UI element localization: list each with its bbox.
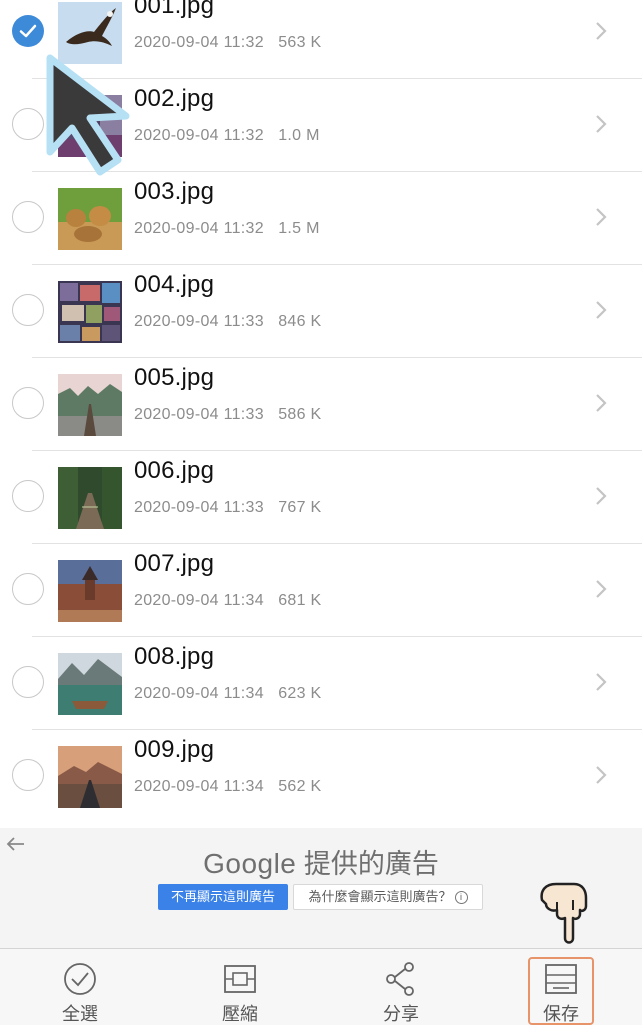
share-icon	[386, 962, 414, 996]
file-row-008[interactable]: 008.jpg 2020-09-04 11:34 623 K	[0, 637, 642, 730]
file-name: 004.jpg	[134, 271, 215, 298]
file-size: 846 K	[278, 313, 322, 330]
chevron-right-icon[interactable]	[594, 392, 608, 414]
empty-circle-icon[interactable]	[12, 759, 44, 791]
file-date: 2020-09-04 11:34	[134, 592, 264, 609]
file-row-005[interactable]: 005.jpg 2020-09-04 11:33 586 K	[0, 358, 642, 451]
arrow-cursor-icon	[46, 54, 130, 176]
hand-pointer-icon	[540, 882, 588, 944]
file-meta: 2020-09-04 11:32 1.0 M	[134, 127, 320, 145]
chevron-right-icon[interactable]	[594, 299, 608, 321]
file-date: 2020-09-04 11:34	[134, 685, 264, 702]
chevron-right-icon[interactable]	[594, 485, 608, 507]
file-name: 006.jpg	[134, 457, 215, 484]
share-label: 分享	[383, 1004, 419, 1024]
file-row-006[interactable]: 006.jpg 2020-09-04 11:33 767 K	[0, 451, 642, 544]
why-ad-label: 為什麼會顯示這則廣告？	[308, 889, 452, 904]
file-meta: 2020-09-04 11:34 623 K	[134, 685, 322, 703]
file-meta: 2020-09-04 11:34 562 K	[134, 778, 322, 796]
drive-icon	[545, 964, 577, 994]
compress-label: 壓縮	[222, 1004, 258, 1024]
file-meta: 2020-09-04 11:32 563 K	[134, 34, 322, 52]
empty-circle-icon[interactable]	[12, 201, 44, 233]
file-size: 767 K	[278, 499, 322, 516]
file-meta: 2020-09-04 11:33 767 K	[134, 499, 322, 517]
compress-button[interactable]: 壓縮	[190, 949, 290, 1025]
hide-ad-button[interactable]: 不再顯示這則廣告	[158, 884, 288, 910]
file-size: 623 K	[278, 685, 322, 702]
file-meta: 2020-09-04 11:33 846 K	[134, 313, 322, 331]
file-name: 001.jpg	[134, 0, 215, 19]
thumbnail-lake	[58, 653, 122, 715]
file-date: 2020-09-04 11:33	[134, 406, 264, 423]
file-date: 2020-09-04 11:33	[134, 499, 264, 516]
chevron-right-icon[interactable]	[594, 113, 608, 135]
empty-circle-icon[interactable]	[12, 294, 44, 326]
file-size: 586 K	[278, 406, 322, 423]
file-date: 2020-09-04 11:32	[134, 127, 264, 144]
file-name: 008.jpg	[134, 643, 215, 670]
file-size: 562 K	[278, 778, 322, 795]
file-row-007[interactable]: 007.jpg 2020-09-04 11:34 681 K	[0, 544, 642, 637]
empty-circle-icon[interactable]	[12, 573, 44, 605]
file-size: 563 K	[278, 34, 322, 51]
file-size: 1.5 M	[278, 220, 320, 237]
empty-circle-icon[interactable]	[12, 480, 44, 512]
why-ad-button[interactable]: 為什麼會顯示這則廣告？ i	[293, 884, 483, 910]
file-name: 005.jpg	[134, 364, 215, 391]
file-size: 1.0 M	[278, 127, 320, 144]
ad-brand: Google	[203, 848, 297, 879]
chevron-right-icon[interactable]	[594, 764, 608, 786]
file-meta: 2020-09-04 11:34 681 K	[134, 592, 322, 610]
save-label: 保存	[543, 1004, 579, 1024]
thumbnail-bridge	[58, 467, 122, 529]
thumbnail-pagoda	[58, 560, 122, 622]
archive-icon	[224, 965, 256, 993]
chevron-right-icon[interactable]	[594, 578, 608, 600]
chevron-right-icon[interactable]	[594, 671, 608, 693]
chevron-right-icon[interactable]	[594, 206, 608, 228]
file-date: 2020-09-04 11:32	[134, 34, 264, 51]
file-name: 007.jpg	[134, 550, 215, 577]
thumbnail-road	[58, 746, 122, 808]
file-meta: 2020-09-04 11:33 586 K	[134, 406, 322, 424]
file-name: 009.jpg	[134, 736, 215, 763]
file-name: 003.jpg	[134, 178, 215, 205]
bottom-toolbar: 全選 壓縮 分享 保存	[0, 948, 642, 1025]
file-meta: 2020-09-04 11:32 1.5 M	[134, 220, 320, 238]
file-date: 2020-09-04 11:32	[134, 220, 264, 237]
save-button[interactable]: 保存	[511, 949, 611, 1025]
file-date: 2020-09-04 11:33	[134, 313, 264, 330]
file-date: 2020-09-04 11:34	[134, 778, 264, 795]
select-all-button[interactable]: 全選	[30, 949, 130, 1025]
thumbnail-collage	[58, 281, 122, 343]
share-button[interactable]: 分享	[351, 949, 451, 1025]
ad-title-suffix: 提供的廣告	[303, 849, 439, 879]
chevron-right-icon[interactable]	[594, 20, 608, 42]
info-icon: i	[454, 891, 468, 905]
ad-title: Google 提供的廣告	[0, 842, 642, 881]
empty-circle-icon[interactable]	[12, 387, 44, 419]
file-row-003[interactable]: 003.jpg 2020-09-04 11:32 1.5 M	[0, 172, 642, 265]
file-size: 681 K	[278, 592, 322, 609]
file-row-004[interactable]: 004.jpg 2020-09-04 11:33 846 K	[0, 265, 642, 358]
thumbnail-railway	[58, 374, 122, 436]
select-all-label: 全選	[62, 1004, 98, 1024]
thumbnail-lions	[58, 188, 122, 250]
file-row-009[interactable]: 009.jpg 2020-09-04 11:34 562 K	[0, 730, 642, 823]
empty-circle-icon[interactable]	[12, 666, 44, 698]
check-circle-icon	[64, 963, 96, 995]
